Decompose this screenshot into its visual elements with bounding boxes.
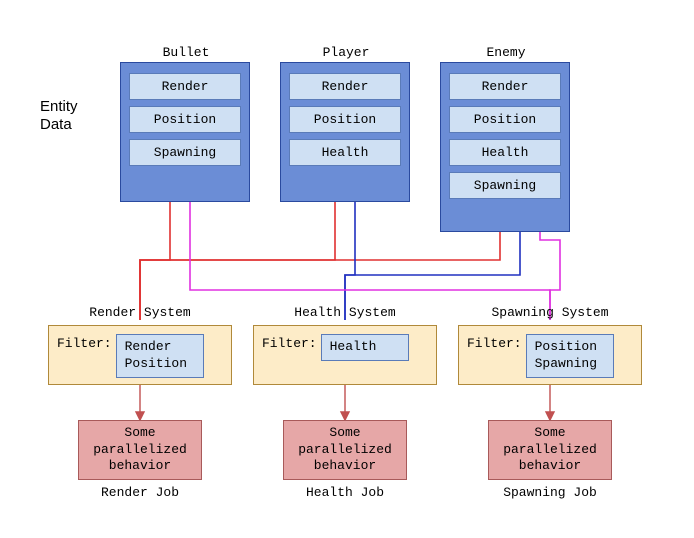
component-health: Health <box>449 139 561 166</box>
component-render: Render <box>289 73 401 100</box>
system-render: Filter: Render Position <box>48 325 232 385</box>
component-health: Health <box>289 139 401 166</box>
system-health: Filter: Health <box>253 325 437 385</box>
entity-title: Bullet <box>121 45 251 60</box>
filter-box: Position Spawning <box>526 334 614 378</box>
job-health: Some parallelized behavior <box>283 420 407 480</box>
entity-title: Enemy <box>441 45 571 60</box>
filter-label: Filter: <box>262 334 317 351</box>
diagram-canvas: Entity Data Bullet Render Position Spawn… <box>0 0 694 538</box>
job-render: Some parallelized behavior <box>78 420 202 480</box>
entity-bullet: Bullet Render Position Spawning <box>120 62 250 202</box>
component-render: Render <box>449 73 561 100</box>
job-title-render: Render Job <box>45 485 235 500</box>
component-position: Position <box>289 106 401 133</box>
entity-enemy: Enemy Render Position Health Spawning <box>440 62 570 232</box>
filter-item: Position <box>125 356 195 373</box>
system-spawning: Filter: Position Spawning <box>458 325 642 385</box>
entity-title: Player <box>281 45 411 60</box>
system-title-render: Render System <box>45 305 235 320</box>
entity-player: Player Render Position Health <box>280 62 410 202</box>
filter-item: Spawning <box>535 356 605 373</box>
job-spawning: Some parallelized behavior <box>488 420 612 480</box>
filter-item: Render <box>125 339 195 356</box>
job-title-health: Health Job <box>250 485 440 500</box>
filter-item: Position <box>535 339 605 356</box>
component-render: Render <box>129 73 241 100</box>
job-title-spawning: Spawning Job <box>455 485 645 500</box>
system-title-health: Health System <box>250 305 440 320</box>
component-spawning: Spawning <box>129 139 241 166</box>
filter-label: Filter: <box>57 334 112 351</box>
component-position: Position <box>449 106 561 133</box>
filter-box: Health <box>321 334 409 361</box>
filter-box: Render Position <box>116 334 204 378</box>
filter-label: Filter: <box>467 334 522 351</box>
system-title-spawning: Spawning System <box>455 305 645 320</box>
filter-item: Health <box>330 339 400 356</box>
component-position: Position <box>129 106 241 133</box>
entity-data-label: Entity Data <box>40 98 78 134</box>
component-spawning: Spawning <box>449 172 561 199</box>
